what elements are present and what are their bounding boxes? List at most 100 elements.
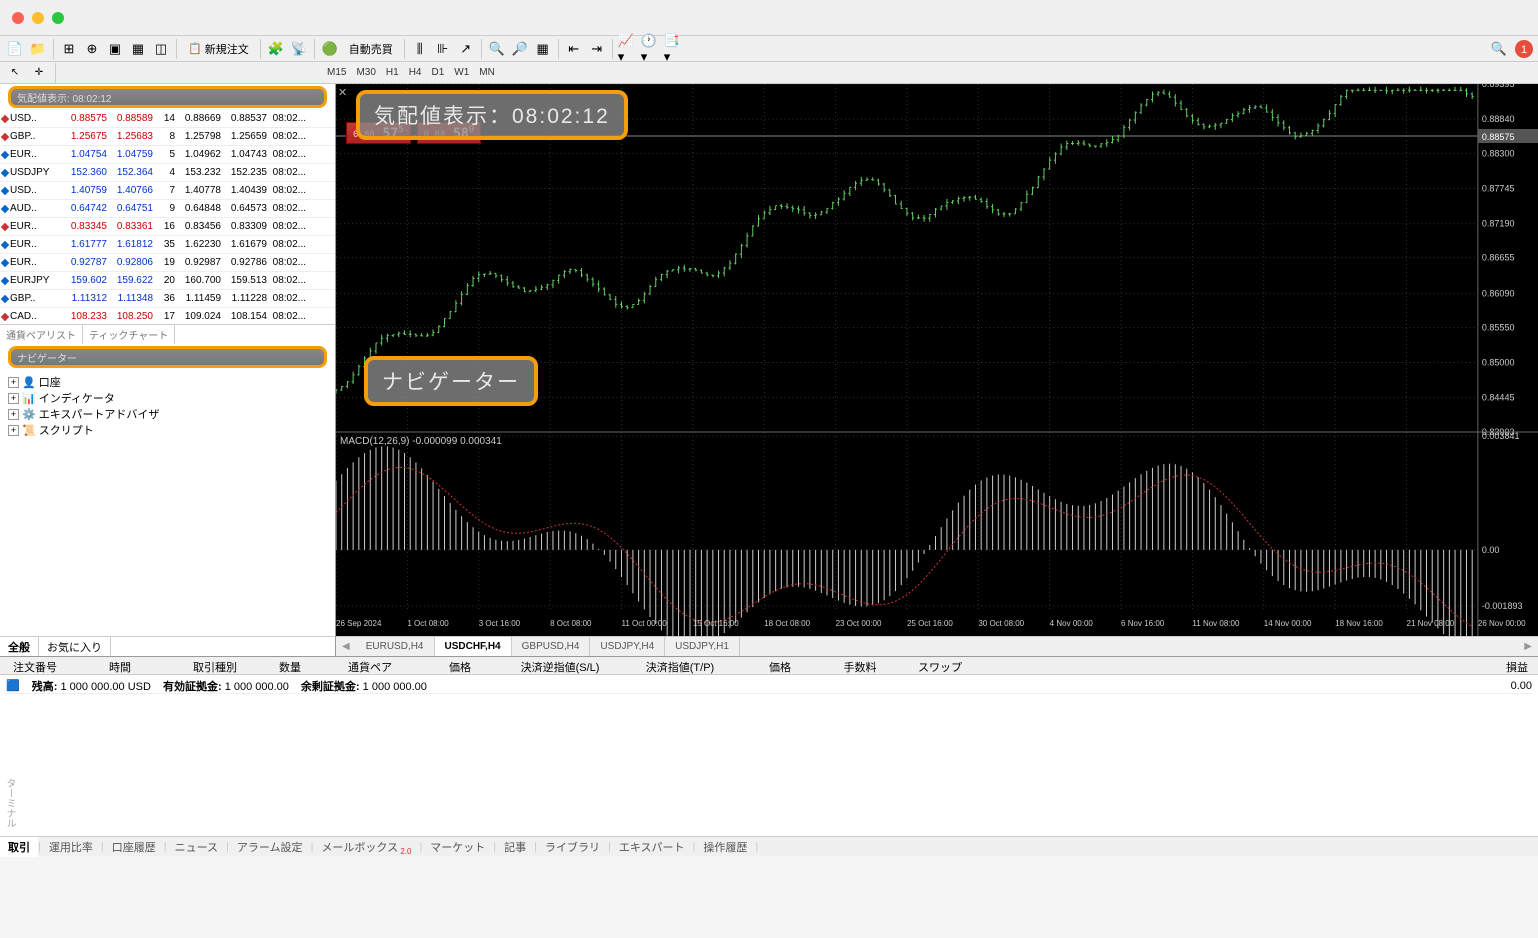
navigator-item[interactable]: +📊インディケータ xyxy=(8,390,327,406)
market-watch-row[interactable]: EUR.. 0.833450.83361 160.834560.8330908:… xyxy=(0,218,335,236)
terminal-tab[interactable]: 操作履歴 xyxy=(695,837,755,857)
svg-text:0.003841: 0.003841 xyxy=(1482,431,1520,441)
candle-chart-icon[interactable]: ⊪ xyxy=(432,38,454,60)
chart-tab[interactable]: USDCHF,H4 xyxy=(435,637,512,656)
market-watch-row[interactable]: AUD.. 0.647420.64751 90.648480.6457308:0… xyxy=(0,200,335,218)
expand-icon[interactable]: + xyxy=(8,393,19,404)
navigator-panel: ナビゲーター +👤口座+📊インディケータ+⚙️エキスパートアドバイザ+📜スクリプ… xyxy=(0,344,335,656)
navigator-tab-favorites[interactable]: お気に入り xyxy=(39,637,111,656)
timeframe-MN[interactable]: MN xyxy=(475,64,499,82)
expand-icon[interactable]: + xyxy=(8,409,19,420)
expand-icon[interactable]: + xyxy=(8,377,19,388)
market-watch-table[interactable]: USD.. 0.885750.88589 140.886690.8853708:… xyxy=(0,110,335,324)
expand-icon[interactable]: + xyxy=(8,425,19,436)
market-watch-row[interactable]: EUR.. 0.927870.92806 190.929870.9278608:… xyxy=(0,254,335,272)
terminal-column-header[interactable]: 決済指値(T/P) xyxy=(620,657,740,674)
timeframe-D1[interactable]: D1 xyxy=(428,64,449,82)
terminal-body[interactable]: ターミナル 🟦 残高: 1 000 000.00 USD 有効証拠金: 1 00… xyxy=(0,675,1538,836)
terminal-tab[interactable]: エキスパート xyxy=(611,837,693,857)
terminal-tab[interactable]: ライブラリ xyxy=(537,837,608,857)
market-watch-row[interactable]: CAD.. 108.233108.250 17109.024108.15408:… xyxy=(0,308,335,324)
timeframe-M15[interactable]: M15 xyxy=(323,64,350,82)
navigator-tree[interactable]: +👤口座+📊インディケータ+⚙️エキスパートアドバイザ+📜スクリプト xyxy=(0,370,335,636)
terminal-column-header[interactable]: 数量 xyxy=(260,657,320,674)
cursor-tool-icon[interactable]: ↖ xyxy=(4,62,26,84)
tile-icon[interactable]: ▦ xyxy=(532,38,554,60)
autotrading-button[interactable]: 自動売買 xyxy=(342,38,400,60)
shift-chart-icon[interactable]: ⇤ xyxy=(563,38,585,60)
navigator-item[interactable]: +📜スクリプト xyxy=(8,422,327,438)
navigator-item[interactable]: +⚙️エキスパートアドバイザ xyxy=(8,406,327,422)
chart-tab[interactable]: USDJPY,H4 xyxy=(590,637,665,656)
timeframe-H1[interactable]: H1 xyxy=(382,64,403,82)
market-watch-row[interactable]: GBP.. 1.113121.11348 361.114591.1122808:… xyxy=(0,290,335,308)
chart-area[interactable]: ✕ 気配値表示：08:02:12 ナビゲーター 0.88 575 0.88 58… xyxy=(336,84,1538,636)
chart-tab[interactable]: EURUSD,H4 xyxy=(356,637,435,656)
navigator-item[interactable]: +👤口座 xyxy=(8,374,327,390)
terminal-column-header[interactable]: 決済逆指値(S/L) xyxy=(500,657,620,674)
signal-icon[interactable]: 📡 xyxy=(288,38,310,60)
terminal-column-header[interactable]: 注文番号 xyxy=(0,657,70,674)
terminal-column-header[interactable]: 価格 xyxy=(740,657,820,674)
market-watch-row[interactable]: EURJPY 159.602159.622 20160.700159.51308… xyxy=(0,272,335,290)
market-watch-row[interactable]: USDJPY 152.360152.364 4153.232152.23508:… xyxy=(0,164,335,182)
terminal-tab[interactable]: メールボックス 2.0 xyxy=(313,837,419,857)
terminal-tab[interactable]: ニュース xyxy=(167,837,226,857)
terminal-tab[interactable]: マーケット xyxy=(422,837,493,857)
bar-chart-icon[interactable]: ⫼ xyxy=(409,38,431,60)
terminal-tab[interactable]: 取引 xyxy=(0,837,38,857)
indicators-icon[interactable]: 📈▾ xyxy=(617,38,639,60)
chart-tab[interactable]: GBPUSD,H4 xyxy=(512,637,591,656)
periods-icon[interactable]: 🕐▾ xyxy=(640,38,662,60)
terminal-tab[interactable]: 運用比率 xyxy=(41,837,101,857)
meta-icon[interactable]: 🧩 xyxy=(265,38,287,60)
chart-tabs-prev-icon[interactable]: ◀ xyxy=(336,639,356,654)
market-watch-toggle-icon[interactable]: ⊞ xyxy=(58,38,80,60)
market-watch-tab-symbols[interactable]: 通貨ペアリスト xyxy=(0,325,83,344)
terminal-toggle-icon[interactable]: ▣ xyxy=(104,38,126,60)
notification-badge-icon[interactable]: 1 xyxy=(1514,39,1534,59)
close-window-button[interactable] xyxy=(12,12,24,24)
navigator-toggle-icon[interactable]: ⊕ xyxy=(81,38,103,60)
timeframe-W1[interactable]: W1 xyxy=(450,64,473,82)
expert-advisors-icon[interactable]: 🟢 xyxy=(319,38,341,60)
tester-toggle-icon[interactable]: ▦ xyxy=(127,38,149,60)
market-watch-row[interactable]: USD.. 1.407591.40766 71.407781.4043908:0… xyxy=(0,182,335,200)
terminal-column-header[interactable]: 価格 xyxy=(420,657,500,674)
line-chart-icon[interactable]: ↗ xyxy=(455,38,477,60)
market-watch-row[interactable]: GBP.. 1.256751.25683 81.257981.2565908:0… xyxy=(0,128,335,146)
market-watch-row[interactable]: USD.. 0.885750.88589 140.886690.8853708:… xyxy=(0,110,335,128)
svg-text:0.84445: 0.84445 xyxy=(1482,393,1515,403)
chart-tab[interactable]: USDJPY,H1 xyxy=(665,637,740,656)
data-window-icon[interactable]: ◫ xyxy=(150,38,172,60)
search-icon[interactable]: 🔍 xyxy=(1488,38,1510,60)
minimize-window-button[interactable] xyxy=(32,12,44,24)
navigator-tab-general[interactable]: 全般 xyxy=(0,637,39,656)
templates-icon[interactable]: 📑▾ xyxy=(663,38,685,60)
crosshair-tool-icon[interactable]: ✛ xyxy=(28,62,50,84)
timeframe-M30[interactable]: M30 xyxy=(352,64,379,82)
new-order-button[interactable]: 📋 新規注文 xyxy=(181,38,256,60)
chart-close-icon[interactable]: ✕ xyxy=(338,86,347,99)
terminal-column-header[interactable]: 手数料 xyxy=(820,657,900,674)
terminal-column-header[interactable]: 取引種別 xyxy=(170,657,260,674)
terminal-column-header[interactable]: 損益 xyxy=(1458,657,1538,674)
market-watch-row[interactable]: EUR.. 1.047541.04759 51.049621.0474308:0… xyxy=(0,146,335,164)
chart-tabs-next-icon[interactable]: ▶ xyxy=(1518,639,1538,654)
terminal-column-header[interactable]: 通貨ペア xyxy=(320,657,420,674)
profiles-icon[interactable]: 📁 xyxy=(27,38,49,60)
terminal-side-label: ターミナル xyxy=(2,778,17,828)
terminal-tab[interactable]: 記事 xyxy=(496,837,534,857)
terminal-column-header[interactable]: スワップ xyxy=(900,657,980,674)
market-watch-tab-tick[interactable]: ティックチャート xyxy=(83,325,175,344)
maximize-window-button[interactable] xyxy=(52,12,64,24)
zoom-out-icon[interactable]: 🔎 xyxy=(509,38,531,60)
market-watch-row[interactable]: EUR.. 1.617771.61812 351.622301.6167908:… xyxy=(0,236,335,254)
autoscroll-icon[interactable]: ⇥ xyxy=(586,38,608,60)
new-chart-icon[interactable]: 📄 xyxy=(4,38,26,60)
terminal-tab[interactable]: アラーム設定 xyxy=(229,837,311,857)
zoom-in-icon[interactable]: 🔍 xyxy=(486,38,508,60)
terminal-column-header[interactable]: 時間 xyxy=(70,657,170,674)
timeframe-H4[interactable]: H4 xyxy=(405,64,426,82)
terminal-tab[interactable]: 口座履歴 xyxy=(104,837,164,857)
